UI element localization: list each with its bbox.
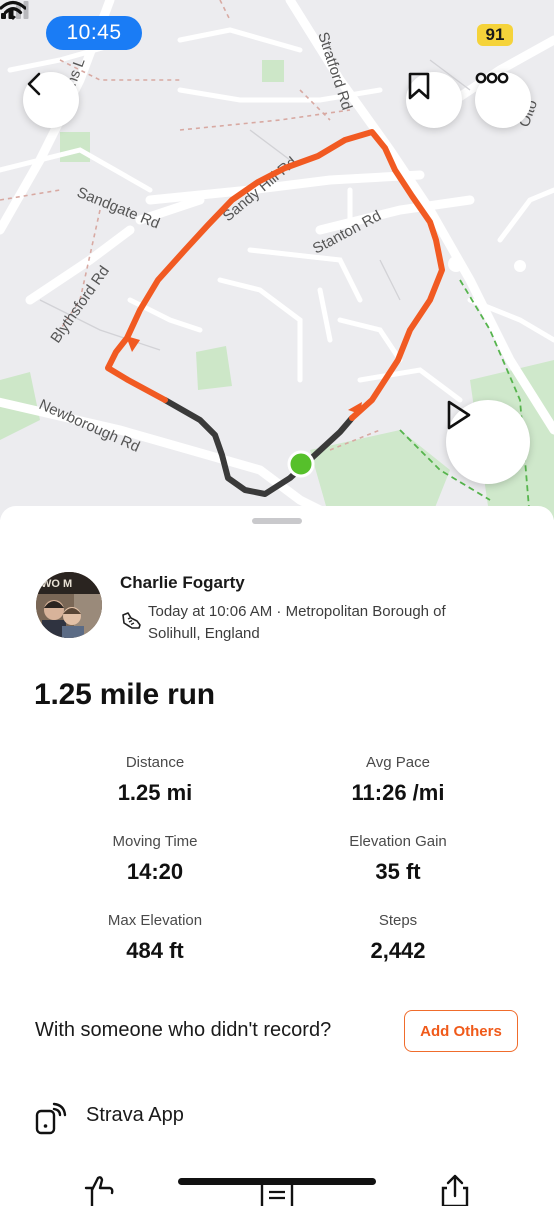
stat-value: 484 ft — [126, 938, 184, 963]
road-label-newborough: Newborough Rd — [36, 396, 142, 456]
athlete-name[interactable]: Charlie Fogarty — [120, 573, 245, 593]
more-icon — [475, 72, 509, 84]
device-name[interactable]: Strava App — [86, 1104, 184, 1127]
stat-value: 1.25 mi — [117, 780, 193, 805]
sheet-grabber[interactable] — [252, 518, 302, 524]
stat-elevation-gain: Elevation Gain 35 ft — [278, 833, 518, 885]
activity-sheet: WO M Charlie Fogarty Today at 10:06 AM ·… — [0, 506, 554, 1206]
activity-title: 1.25 mile run — [34, 678, 215, 711]
park-area — [196, 346, 232, 390]
add-others-button[interactable]: Add Others — [404, 1010, 518, 1052]
roundabout — [448, 256, 464, 272]
flyover-play-button[interactable] — [446, 400, 530, 484]
avatar[interactable]: WO M — [36, 572, 102, 638]
stat-distance: Distance 1.25 mi — [35, 754, 275, 806]
back-button[interactable] — [23, 72, 79, 128]
route-map[interactable]: Stratford Rd Sandy Hill Rd Sandgate Rd S… — [0, 0, 554, 520]
stat-max-elevation: Max Elevation 484 ft — [35, 912, 275, 964]
chevron-left-icon — [27, 72, 41, 96]
stat-value: 2,442 — [370, 938, 426, 963]
like-icon[interactable] — [82, 1172, 116, 1206]
park-area — [60, 132, 90, 162]
roundabout — [514, 260, 526, 272]
route-direction-arrow — [126, 336, 140, 352]
park-area — [262, 60, 284, 82]
stat-avg-pace: Avg Pace 11:26 /mi — [278, 754, 518, 806]
stat-value: 14:20 — [126, 859, 184, 884]
avatar-sign: WO M — [41, 578, 72, 590]
road-label-blythsford: Blythsford Rd — [47, 263, 113, 347]
stat-value: 35 ft — [375, 859, 421, 884]
battery-level: 91 — [477, 24, 513, 46]
wifi-icon — [0, 0, 26, 20]
stat-label: Distance — [125, 754, 185, 771]
device-connect-icon — [35, 1102, 67, 1135]
activity-meta: Today at 10:06 AM · Metropolitan Borough… — [148, 603, 446, 642]
stat-value: 11:26 /mi — [351, 780, 445, 805]
play-icon — [447, 400, 471, 430]
status-bar: 10:45 91 — [0, 0, 554, 60]
save-route-button[interactable] — [406, 72, 462, 128]
avatar-photo: WO M — [36, 572, 102, 638]
stat-moving-time: Moving Time 14:20 — [35, 833, 275, 885]
more-options-button[interactable] — [475, 72, 531, 128]
bookmark-icon — [408, 72, 430, 100]
add-others-prompt: With someone who didn't record? — [35, 1019, 332, 1041]
home-indicator[interactable] — [178, 1178, 376, 1185]
stat-steps: Steps 2,442 — [278, 912, 518, 964]
stat-label: Moving Time — [112, 833, 198, 850]
stat-label: Max Elevation — [107, 912, 203, 929]
route-direction-arrow — [348, 402, 362, 414]
stat-label: Avg Pace — [366, 754, 430, 771]
route-start-marker — [287, 450, 315, 478]
share-icon[interactable] — [438, 1172, 472, 1206]
status-time: 10:45 — [46, 16, 142, 50]
stat-label: Steps — [378, 912, 418, 929]
run-shoe-icon — [122, 612, 141, 629]
stat-label: Elevation Gain — [349, 833, 447, 850]
